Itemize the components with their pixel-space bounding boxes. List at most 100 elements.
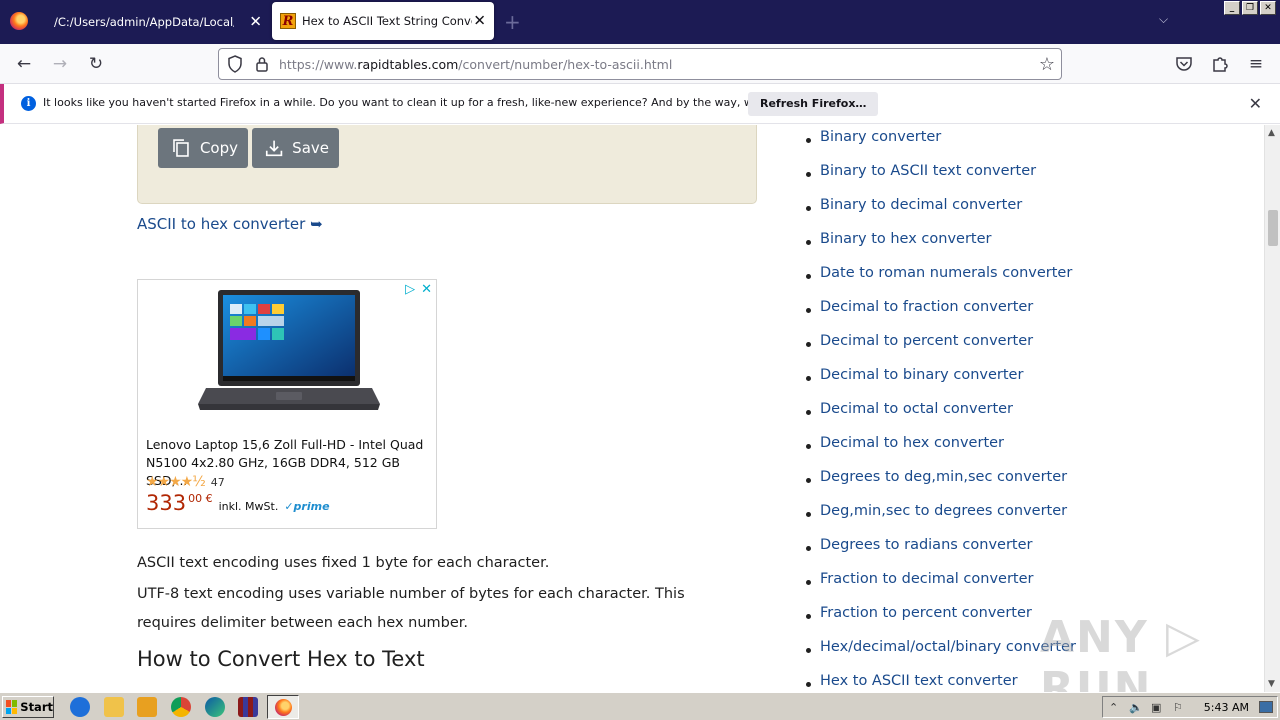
ad-price: 333 00 € inkl. MwSt. ✓prime	[146, 491, 330, 515]
prime-logo: ✓prime	[284, 500, 330, 513]
sidebar-link[interactable]: Fraction to percent converter	[820, 605, 1032, 621]
system-tray: ⌃ 🔈 ▣ ⚐ 5:43 AM	[1102, 696, 1278, 718]
paragraph-utf8: UTF-8 text encoding uses variable number…	[137, 586, 685, 631]
close-tab-icon[interactable]: ✕	[473, 13, 486, 29]
reload-icon[interactable]: ↻	[85, 53, 107, 75]
address-bar[interactable]: https://www.rapidtables.com/convert/numb…	[218, 48, 1062, 80]
clock[interactable]: 5:43 AM	[1204, 701, 1249, 714]
new-tab-icon[interactable]: +	[504, 10, 521, 34]
tab-title: /C:/Users/admin/AppData/Local/Temp/F	[54, 15, 234, 29]
tray-expand-icon[interactable]: ⌃	[1109, 701, 1118, 714]
lock-icon[interactable]	[255, 56, 269, 72]
copy-icon	[173, 139, 189, 157]
sidebar-link[interactable]: Binary converter	[820, 129, 941, 145]
notification-bar: i It looks like you haven't started Fire…	[0, 84, 1280, 124]
restore-button[interactable]: ❐	[1242, 1, 1258, 15]
start-button[interactable]: Start	[2, 696, 54, 718]
page-content: Copy Save ASCII to hex converter ➥ ▷ ✕ L…	[0, 125, 1264, 692]
rapidtables-favicon-icon: R	[280, 13, 296, 29]
sidebar-link[interactable]: Decimal to fraction converter	[820, 299, 1033, 315]
url-path: /convert/number/hex-to-ascii.html	[458, 57, 673, 72]
notification-message: It looks like you haven't started Firefo…	[43, 96, 827, 109]
sidebar-link[interactable]: Date to roman numerals converter	[820, 265, 1072, 281]
refresh-firefox-button[interactable]: Refresh Firefox…	[748, 92, 879, 116]
show-desktop-icon[interactable]	[1259, 701, 1273, 713]
price-cents: 00 €	[188, 492, 213, 505]
window-controls: _ ❐ ✕	[1224, 1, 1276, 15]
start-label: Start	[20, 700, 53, 714]
chrome-icon[interactable]	[171, 697, 191, 717]
price-main: 333	[146, 491, 187, 515]
star-rating-icon: ★★★★½	[146, 474, 206, 490]
anyrun-watermark: ANY ▷ RUN	[1040, 612, 1202, 692]
copy-button[interactable]: Copy	[158, 128, 248, 168]
sidebar-link[interactable]: Decimal to octal converter	[820, 401, 1013, 417]
tab-hex-to-ascii[interactable]: R Hex to ASCII Text String Converter ✕	[272, 2, 494, 40]
scroll-thumb[interactable]	[1268, 210, 1278, 246]
firefox-icon	[275, 699, 292, 716]
scroll-down-arrow-icon[interactable]: ▼	[1268, 679, 1275, 689]
windows-logo-icon	[6, 700, 18, 714]
close-window-button[interactable]: ✕	[1260, 1, 1276, 15]
sidebar-link[interactable]: Binary to hex converter	[820, 231, 991, 247]
sidebar-link[interactable]: Deg,min,sec to degrees converter	[820, 503, 1067, 519]
pocket-icon[interactable]	[1173, 53, 1195, 75]
hamburger-menu-icon[interactable]: ≡	[1245, 53, 1267, 75]
advertisement[interactable]: ▷ ✕ Lenovo Laptop 15,6 Zoll Full-HD - In…	[137, 279, 437, 529]
ascii-to-hex-link[interactable]: ASCII to hex converter ➥	[137, 215, 323, 233]
rating-count: 47	[210, 475, 225, 489]
url-domain: rapidtables.com	[357, 57, 459, 72]
sidebar-link[interactable]: Decimal to binary converter	[820, 367, 1023, 383]
network-icon[interactable]: ▣	[1151, 701, 1161, 714]
edge-icon[interactable]	[205, 697, 225, 717]
file-explorer-icon[interactable]	[104, 697, 124, 717]
sidebar-link[interactable]: Hex/decimal/octal/binary converter	[820, 639, 1076, 655]
save-label: Save	[292, 139, 329, 157]
sidebar-link[interactable]: Hex to ASCII text converter	[820, 673, 1018, 689]
close-notification-icon[interactable]: ✕	[1249, 94, 1262, 113]
section-heading: How to Convert Hex to Text	[137, 647, 425, 671]
list-all-tabs-icon[interactable]: ⌵	[1159, 12, 1168, 27]
windows-taskbar: Start ⌃ 🔈 ▣ ⚐ 5:43 AM	[0, 692, 1280, 720]
sidebar-link[interactable]: Decimal to hex converter	[820, 435, 1004, 451]
action-center-flag-icon[interactable]: ⚐	[1173, 701, 1183, 714]
media-player-icon[interactable]	[137, 697, 157, 717]
bookmark-star-icon[interactable]: ☆	[1039, 54, 1055, 75]
winrar-icon[interactable]	[238, 697, 258, 717]
scroll-up-arrow-icon[interactable]: ▲	[1268, 128, 1275, 138]
url-prefix: https://www.	[279, 57, 358, 72]
ad-rating: ★★★★½ 47	[146, 474, 225, 490]
sidebar-link[interactable]: Decimal to percent converter	[820, 333, 1033, 349]
tab-title: Hex to ASCII Text String Converter	[302, 14, 472, 28]
back-arrow-icon[interactable]: ←	[13, 53, 35, 75]
close-tab-icon[interactable]: ✕	[249, 14, 262, 30]
minimize-button[interactable]: _	[1224, 1, 1240, 15]
extensions-puzzle-icon[interactable]	[1209, 53, 1231, 75]
tab-strip: /C:/Users/admin/AppData/Local/Temp/F ✕ R…	[0, 0, 1280, 44]
sidebar-link[interactable]: Binary to ASCII text converter	[820, 163, 1036, 179]
sidebar-link[interactable]: Fraction to decimal converter	[820, 571, 1034, 587]
info-icon: i	[21, 96, 36, 111]
ad-choices[interactable]: ▷ ✕	[405, 282, 432, 297]
copy-label: Copy	[199, 139, 238, 157]
tax-note: inkl. MwSt.	[218, 500, 279, 513]
forward-arrow-icon[interactable]: →	[49, 53, 71, 75]
laptop-image	[198, 290, 380, 410]
volume-icon[interactable]: 🔈	[1129, 701, 1143, 714]
firefox-logo-icon[interactable]	[10, 12, 28, 30]
sidebar-link[interactable]: Binary to decimal converter	[820, 197, 1022, 213]
paragraph-ascii: ASCII text encoding uses fixed 1 byte fo…	[137, 555, 550, 571]
firefox-taskbar-button[interactable]	[267, 695, 299, 719]
download-icon	[265, 140, 283, 157]
ad-choices-icon[interactable]: ▷	[405, 282, 415, 297]
tab-local-file[interactable]: /C:/Users/admin/AppData/Local/Temp/F ✕	[42, 0, 270, 44]
url-text[interactable]: https://www.rapidtables.com/convert/numb…	[279, 57, 672, 72]
vertical-scrollbar[interactable]: ▲ ▼	[1264, 125, 1280, 692]
save-button[interactable]: Save	[252, 128, 339, 168]
tracking-shield-icon[interactable]	[227, 55, 243, 73]
internet-explorer-icon[interactable]	[70, 697, 90, 717]
sidebar-link[interactable]: Degrees to deg,min,sec converter	[820, 469, 1067, 485]
navigation-toolbar: ← → ↻ https://www.rapidtables.com/conver…	[0, 44, 1280, 84]
sidebar-link[interactable]: Degrees to radians converter	[820, 537, 1033, 553]
ad-close-icon[interactable]: ✕	[421, 282, 432, 297]
